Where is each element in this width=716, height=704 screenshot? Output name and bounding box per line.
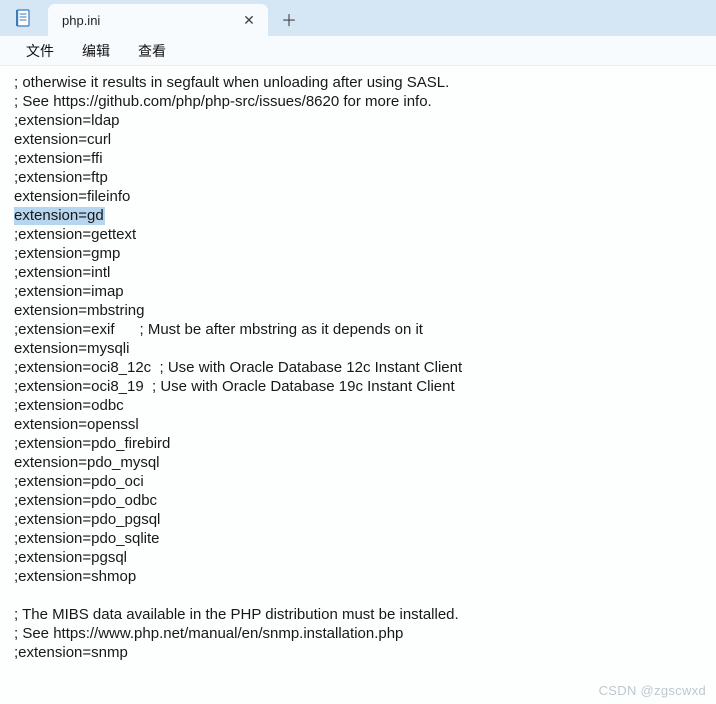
editor-line: ;extension=pdo_oci	[14, 472, 704, 491]
new-tab-button[interactable]: ＋	[274, 4, 304, 34]
editor-line: ;extension=ldap	[14, 111, 704, 130]
editor-line: ;extension=pgsql	[14, 548, 704, 567]
menu-edit[interactable]: 编辑	[68, 37, 124, 65]
editor-line: ; otherwise it results in segfault when …	[14, 73, 704, 92]
editor-line: ;extension=pdo_pgsql	[14, 510, 704, 529]
editor-line: extension=openssl	[14, 415, 704, 434]
tab-title: php.ini	[62, 13, 240, 28]
editor-line: extension=pdo_mysql	[14, 453, 704, 472]
editor-line: ;extension=oci8_19 ; Use with Oracle Dat…	[14, 377, 704, 396]
tab-phpini[interactable]: php.ini ✕	[48, 4, 268, 36]
editor-line	[14, 586, 704, 605]
menu-bar: 文件 编辑 查看	[0, 36, 716, 66]
editor-line: ;extension=ftp	[14, 168, 704, 187]
editor-line: ;extension=pdo_sqlite	[14, 529, 704, 548]
notepad-icon	[14, 8, 34, 28]
watermark: CSDN @zgscwxd	[599, 683, 706, 698]
editor-line: ;extension=oci8_12c ; Use with Oracle Da…	[14, 358, 704, 377]
editor-line: ;extension=gettext	[14, 225, 704, 244]
editor-area[interactable]: ; otherwise it results in segfault when …	[0, 66, 716, 704]
editor-line: extension=mbstring	[14, 301, 704, 320]
menu-view[interactable]: 查看	[124, 37, 180, 65]
title-bar: php.ini ✕ ＋	[0, 0, 716, 36]
editor-line: extension=fileinfo	[14, 187, 704, 206]
editor-line: extension=mysqli	[14, 339, 704, 358]
editor-line: ;extension=imap	[14, 282, 704, 301]
editor-line: ; The MIBS data available in the PHP dis…	[14, 605, 704, 624]
editor-line: ;extension=pdo_odbc	[14, 491, 704, 510]
menu-file[interactable]: 文件	[12, 37, 68, 65]
close-icon[interactable]: ✕	[240, 11, 258, 29]
editor-line: ;extension=shmop	[14, 567, 704, 586]
editor-line: extension=curl	[14, 130, 704, 149]
editor-line: ; See https://github.com/php/php-src/iss…	[14, 92, 704, 111]
editor-line: ;extension=snmp	[14, 643, 704, 662]
editor-line: ;extension=odbc	[14, 396, 704, 415]
editor-line: ;extension=gmp	[14, 244, 704, 263]
editor-line: ;extension=intl	[14, 263, 704, 282]
selected-text: extension=gd	[14, 207, 105, 225]
editor-line: ; See https://www.php.net/manual/en/snmp…	[14, 624, 704, 643]
editor-line: extension=gd	[14, 206, 704, 225]
editor-line: ;extension=pdo_firebird	[14, 434, 704, 453]
editor-line: ;extension=exif ; Must be after mbstring…	[14, 320, 704, 339]
editor-line: ;extension=ffi	[14, 149, 704, 168]
